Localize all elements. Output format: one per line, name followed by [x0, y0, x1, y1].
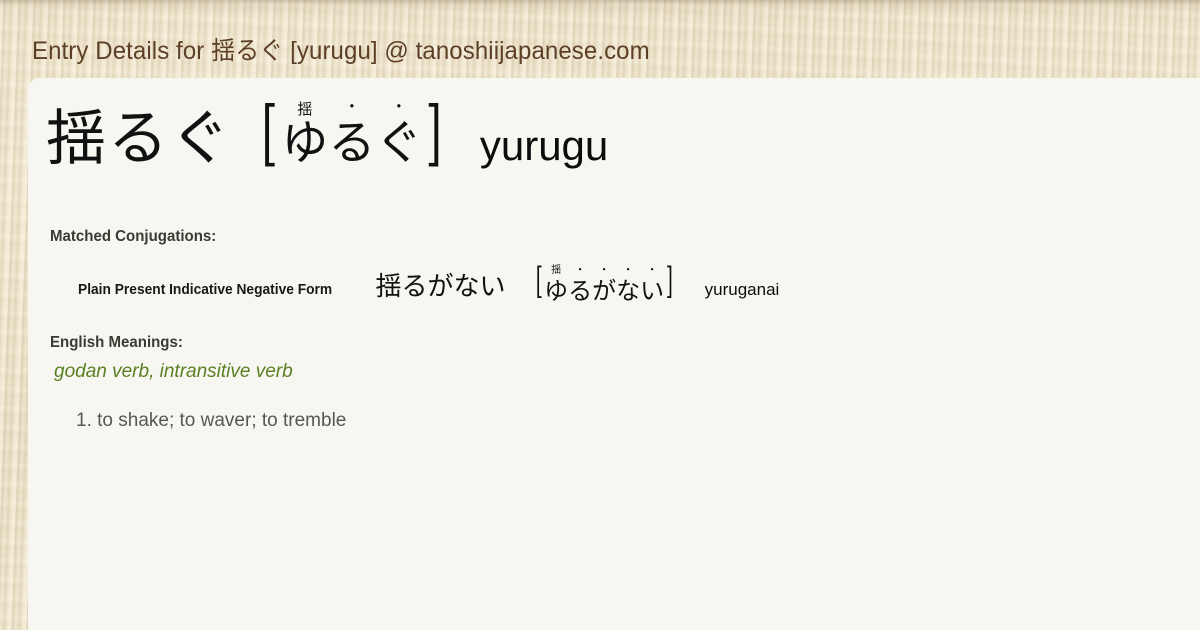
conjugation-kanji: 揺るがない [375, 272, 506, 302]
definition-list: 1. to shake; to waver; to tremble [76, 406, 346, 435]
ruby-unit: ・ る [568, 263, 592, 304]
english-meanings-heading: English Meanings: [50, 334, 183, 351]
ruby-base: ゆ [281, 116, 329, 171]
definition-item: 1. to shake; to waver; to tremble [76, 410, 347, 431]
conjugation-reading: [ 揺 ゆ ・ る ・ が ・ な ・ い] [534, 263, 675, 304]
ruby-unit: ・ ぐ [375, 98, 422, 169]
bracket-open: [ [535, 260, 543, 303]
ruby-base: ぐ [375, 116, 423, 171]
ruby-unit: ・ が [592, 263, 616, 304]
conjugation-row: Plain Present Indicative Negative Form 揺… [78, 260, 779, 304]
headword-kanji: 揺るぐ [46, 103, 232, 174]
ruby-run: 揺 ゆ ・ る ・ ぐ [281, 98, 422, 169]
ruby-annotation: ・ [622, 262, 634, 276]
headword-reading: [ 揺 ゆ ・ る ・ ぐ ] [258, 98, 446, 169]
ruby-base: ゆ [544, 276, 569, 305]
bracket-close: ] [665, 260, 673, 303]
part-of-speech-label: godan verb, intransitive verb [54, 361, 293, 382]
ruby-base: い [640, 276, 665, 305]
ruby-annotation: ・ [574, 262, 586, 276]
ruby-unit: 揺 ゆ [281, 102, 328, 169]
ruby-unit: 揺 ゆ [544, 264, 569, 305]
ruby-annotation: 揺 [551, 264, 562, 276]
conjugation-form-name: Plain Present Indicative Negative Form [78, 282, 333, 298]
matched-conjugations-heading: Matched Conjugations: [50, 228, 217, 245]
page-title: Entry Details for 揺るぐ [yurugu] @ tanoshi… [32, 37, 650, 65]
ruby-base: る [568, 276, 593, 305]
ruby-unit: ・ な [616, 263, 640, 304]
conjugation-romaji: yuruganai [704, 280, 780, 299]
ruby-base: な [616, 276, 641, 305]
headword-row: 揺るぐ [ 揺 ゆ ・ る ・ ぐ ] yurugu [46, 98, 608, 169]
ruby-unit: ・ い [640, 263, 664, 304]
ruby-run: 揺 ゆ ・ る ・ が ・ な ・ い [544, 263, 664, 304]
title-bar: Entry Details for 揺るぐ [yurugu] @ tanoshi… [0, 0, 1200, 78]
bracket-close: ] [425, 92, 443, 175]
ruby-base: る [328, 116, 376, 171]
headword-romaji: yurugu [479, 121, 609, 169]
ruby-base: が [592, 276, 617, 305]
ruby-unit: ・ る [328, 98, 375, 169]
ruby-annotation: ・ [598, 262, 610, 276]
entry-card: 揺るぐ [ 揺 ゆ ・ る ・ ぐ ] yurugu Matched Conju… [28, 78, 1200, 630]
bracket-open: [ [261, 92, 278, 175]
ruby-annotation: ・ [646, 262, 658, 276]
